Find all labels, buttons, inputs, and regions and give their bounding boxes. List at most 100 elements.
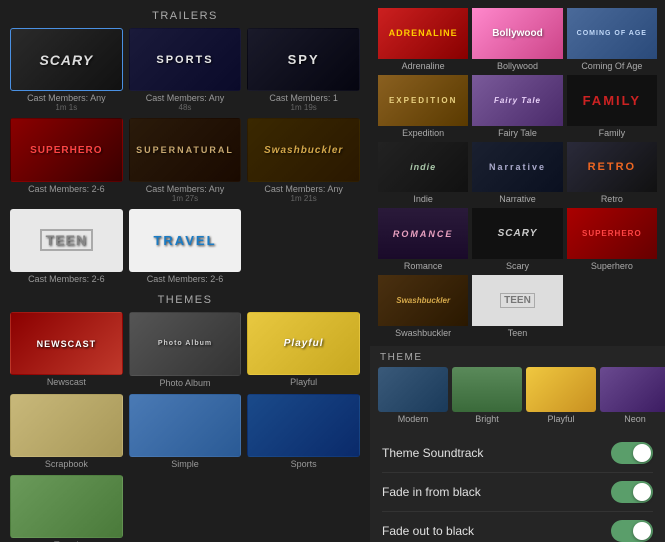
bright-theme-thumb[interactable] — [452, 367, 522, 412]
teen-r-thumb[interactable]: TEEN — [472, 275, 562, 326]
thumb-inner: Bollywood — [472, 8, 562, 59]
modern-theme-thumb[interactable] — [378, 367, 448, 412]
fade-in-label: Fade in from black — [382, 485, 481, 499]
list-item[interactable]: Scrapbook — [10, 394, 123, 469]
themes-grid: NEWSCAST Newscast Photo Album Photo Albu… — [0, 312, 370, 542]
bollywood-thumb[interactable]: Bollywood — [472, 8, 562, 59]
list-item[interactable]: SUPERHERO Cast Members: 2-6 — [10, 118, 123, 202]
list-item[interactable]: Simple — [129, 394, 242, 469]
sports-thumb[interactable]: SPORTS — [129, 28, 242, 91]
travel-thumb[interactable]: TRAVEL — [129, 209, 242, 272]
indie-thumb[interactable]: iNDiE — [378, 142, 468, 193]
list-item[interactable]: TRAVEL Cast Members: 2-6 — [129, 209, 242, 284]
thumb-label: Scary — [472, 261, 562, 271]
thumb-inner: ADRENALINE — [378, 8, 468, 59]
theme-soundtrack-toggle[interactable] — [611, 442, 653, 464]
newscast-thumb[interactable]: NEWSCAST — [10, 312, 123, 375]
simple-thumb[interactable] — [129, 394, 242, 457]
list-item[interactable]: Modern — [378, 367, 448, 424]
list-item[interactable]: SUPERHERO Superhero — [567, 208, 657, 271]
list-item[interactable]: Sports — [247, 394, 360, 469]
thumb-label: Cast Members: Any — [146, 184, 225, 194]
superhero-r-thumb[interactable]: SUPERHERO — [567, 208, 657, 259]
list-item[interactable]: iNDiE Indie — [378, 142, 468, 205]
thumb-meta: 1m 27s — [172, 194, 198, 203]
list-item[interactable]: Swashbuckler Cast Members: Any 1m 21s — [247, 118, 360, 202]
theme-soundtrack-label: Theme Soundtrack — [382, 446, 483, 460]
list-item[interactable]: Photo Album Photo Album — [129, 312, 242, 387]
list-item[interactable]: RETRO Retro — [567, 142, 657, 205]
right-scroll-area: ADRENALINE Adrenaline Bollywood Bollywoo… — [370, 0, 665, 542]
thumb-meta: 1m 21s — [291, 194, 317, 203]
fade-out-row: Fade out to black — [382, 512, 653, 542]
scary-r-thumb[interactable]: Scary — [472, 208, 562, 259]
thumb-inner: Scary — [472, 208, 562, 259]
list-item[interactable]: Neon — [600, 367, 665, 424]
list-item[interactable]: TEEN Cast Members: 2-6 — [10, 209, 123, 284]
list-item[interactable]: Bollywood Bollywood — [472, 8, 562, 71]
thumb-text: TRAVEL — [153, 233, 216, 248]
list-item[interactable]: Fairy Tale Fairy Tale — [472, 75, 562, 138]
left-panel: TRAILERS Scary Cast Members: Any 1m 1s S… — [0, 0, 370, 542]
fade-in-toggle[interactable] — [611, 481, 653, 503]
thumb-label: Coming Of Age — [567, 61, 657, 71]
photoalbum-thumb[interactable]: Photo Album — [129, 312, 242, 375]
list-item[interactable]: Swashbuckler Swashbuckler — [378, 275, 468, 338]
thumb-text: Scary — [39, 52, 93, 68]
fade-in-row: Fade in from black — [382, 473, 653, 512]
list-item[interactable]: Playful Playful — [247, 312, 360, 387]
narrative-thumb[interactable]: Narrative — [472, 142, 562, 193]
romance-thumb[interactable]: ROMANCE — [378, 208, 468, 259]
list-item[interactable]: Bright — [452, 367, 522, 424]
adrenaline-thumb[interactable]: ADRENALINE — [378, 8, 468, 59]
supernatural-thumb[interactable]: SUPERNATURAL — [129, 118, 242, 181]
playful-theme-thumb[interactable] — [526, 367, 596, 412]
neon-theme-thumb[interactable] — [600, 367, 665, 412]
fade-out-toggle[interactable] — [611, 520, 653, 542]
list-item[interactable]: Scary Cast Members: Any 1m 1s — [10, 28, 123, 112]
list-item[interactable]: EXPEDITION Expedition — [378, 75, 468, 138]
family-thumb[interactable]: FAMILY — [567, 75, 657, 126]
spy-thumb[interactable]: SPY — [247, 28, 360, 91]
thumb-label: Neon — [624, 414, 646, 424]
list-item[interactable]: Scary Scary — [472, 208, 562, 271]
swashbuckler-r-thumb[interactable]: Swashbuckler — [378, 275, 468, 326]
list-item[interactable]: NEWSCAST Newscast — [10, 312, 123, 387]
thumb-label: Narrative — [472, 194, 562, 204]
sports2-thumb[interactable] — [247, 394, 360, 457]
teen-thumb[interactable]: TEEN — [10, 209, 123, 272]
swashbuckler-thumb[interactable]: Swashbuckler — [247, 118, 360, 181]
thumb-label: Newscast — [47, 377, 86, 387]
list-item[interactable]: ADRENALINE Adrenaline — [378, 8, 468, 71]
list-item[interactable]: SPY Cast Members: 1 1m 19s — [247, 28, 360, 112]
fairytale-thumb[interactable]: Fairy Tale — [472, 75, 562, 126]
thumb-inner: RETRO — [567, 142, 657, 193]
thumb-meta: 1m 1s — [55, 103, 77, 112]
superhero-thumb[interactable]: SUPERHERO — [10, 118, 123, 181]
scrapbook-thumb[interactable] — [10, 394, 123, 457]
thumb-text: Playful — [284, 338, 324, 349]
list-item[interactable]: FAMILY Family — [567, 75, 657, 138]
list-item[interactable]: TEEN Teen — [472, 275, 562, 338]
playful-thumb[interactable]: Playful — [247, 312, 360, 375]
list-item[interactable]: SUPERNATURAL Cast Members: Any 1m 27s — [129, 118, 242, 202]
thumb-inner: Swashbuckler — [378, 275, 468, 326]
comingofage-thumb[interactable]: Coming Of Age — [567, 8, 657, 59]
list-item[interactable]: Coming Of Age Coming Of Age — [567, 8, 657, 71]
fade-out-label: Fade out to black — [382, 524, 474, 538]
list-item[interactable]: SPORTS Cast Members: Any 48s — [129, 28, 242, 112]
list-item[interactable]: Playful — [526, 367, 596, 424]
thumb-label: Adrenaline — [378, 61, 468, 71]
list-item[interactable]: ROMANCE Romance — [378, 208, 468, 271]
retro-thumb[interactable]: RETRO — [567, 142, 657, 193]
scary-thumb[interactable]: Scary — [10, 28, 123, 91]
travel2-thumb[interactable] — [10, 475, 123, 538]
list-item[interactable]: Travel — [10, 475, 123, 542]
thumb-label: Modern — [398, 414, 429, 424]
thumb-inner — [378, 367, 448, 412]
thumb-inner: SUPERHERO — [567, 208, 657, 259]
list-item[interactable]: Narrative Narrative — [472, 142, 562, 205]
thumb-label: Teen — [472, 328, 562, 338]
thumb-inner: Fairy Tale — [472, 75, 562, 126]
expedition-thumb[interactable]: EXPEDITION — [378, 75, 468, 126]
